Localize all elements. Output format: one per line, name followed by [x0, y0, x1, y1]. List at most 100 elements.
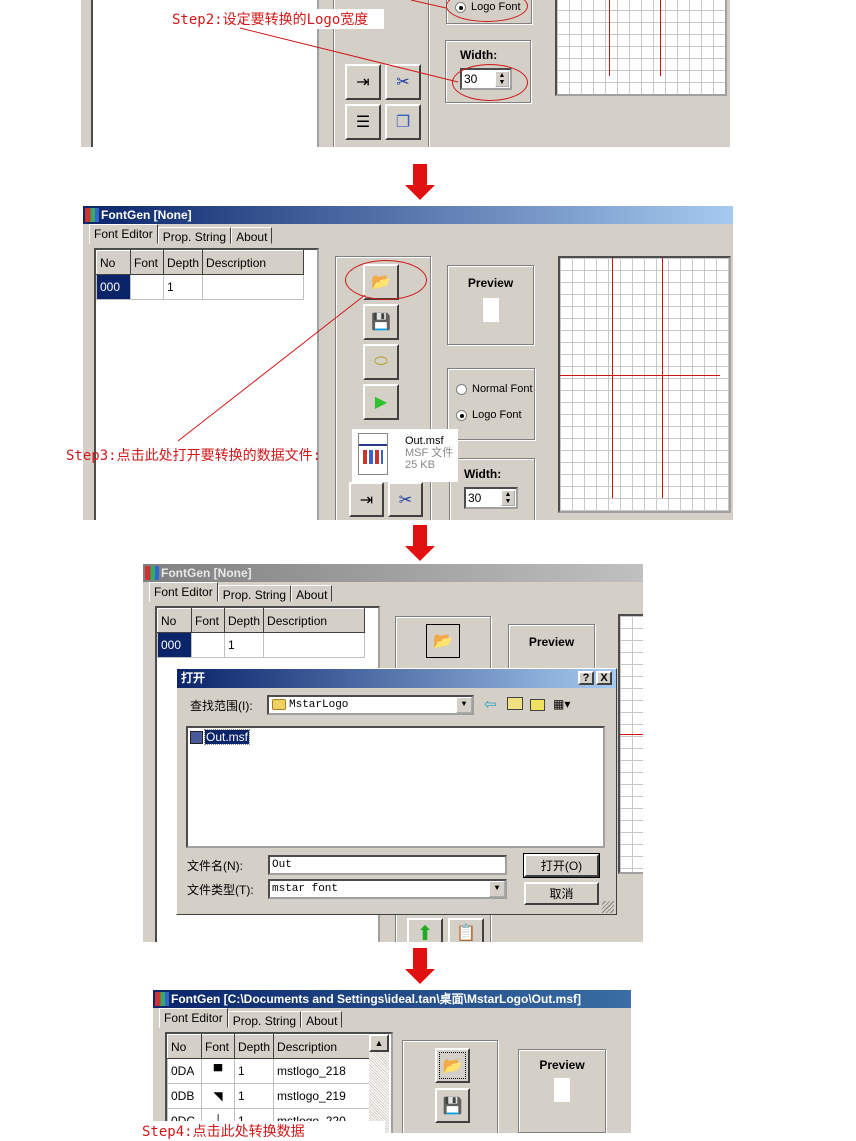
dropdown-arrow-icon[interactable]: ▼ [456, 697, 472, 713]
step2-note: Step2:设定要转换的Logo宽度 [172, 9, 385, 29]
app-icon [145, 566, 159, 580]
cancel-button[interactable]: 取消 [524, 882, 599, 905]
col-depth[interactable]: Depth [162, 250, 204, 275]
table-row[interactable]: 000 1 [157, 632, 366, 658]
col-description[interactable]: Description [202, 250, 305, 275]
window-title: FontGen [None] [161, 566, 252, 580]
view-menu-icon[interactable]: ▦▾ [553, 697, 575, 711]
cut-button[interactable]: ✂ [385, 64, 421, 100]
look-in-select[interactable]: MstarLogo ▼ [267, 695, 474, 715]
insert-button[interactable]: ⇥ [345, 64, 381, 100]
tab-prop-string[interactable]: Prop. String [157, 227, 232, 244]
back-icon[interactable]: ⇦ [484, 695, 497, 713]
down-arrow-1 [405, 164, 435, 200]
filename-input[interactable]: Out [268, 855, 507, 875]
file-tooltip: Out.msf MSF 文件 25 KB [352, 429, 458, 482]
width-group: Width: 30 ▲ ▼ [449, 458, 535, 520]
up-folder-icon[interactable] [507, 697, 523, 710]
preview-box: Preview [447, 265, 534, 345]
green-up-arrow-icon: ⬆ [416, 922, 434, 943]
col-depth[interactable]: Depth [223, 608, 265, 633]
col-font[interactable]: Font [191, 608, 225, 633]
logo-font-label: Logo Font [472, 409, 522, 421]
filetype-value: mstar font [272, 883, 339, 895]
dialog-title-bar: 打开 [177, 669, 616, 688]
font-table: No Font Depth Description 000 1 [94, 248, 319, 520]
resize-grip-icon[interactable] [602, 901, 614, 913]
open-file-button[interactable]: 📂 [426, 624, 460, 658]
tab-prop-string[interactable]: Prop. String [227, 1011, 302, 1028]
tab-font-editor[interactable]: Font Editor [149, 582, 218, 602]
table-row[interactable]: 000 1 [96, 274, 305, 300]
scroll-up-icon[interactable]: ▲ [369, 1034, 389, 1052]
paste-button[interactable]: 📋 [448, 918, 484, 942]
table-row[interactable]: 0DA ▀ 1 mstlogo_218 [167, 1058, 376, 1084]
scrollbar[interactable]: ▲ [369, 1034, 389, 1133]
down-arrow-3 [405, 948, 435, 984]
tab-about[interactable]: About [231, 227, 273, 244]
tab-prop-string[interactable]: Prop. String [217, 585, 292, 602]
tab-font-editor[interactable]: Font Editor [89, 224, 158, 244]
filetype-label: 文件类型(T): [187, 883, 254, 897]
col-font[interactable]: Font [130, 250, 164, 275]
preview-box: Preview [518, 1049, 606, 1133]
cut-button[interactable]: ✂ [388, 482, 423, 517]
save-button[interactable]: 💾 [435, 1088, 470, 1123]
erase-button[interactable]: ⬭ [363, 344, 399, 380]
scissors-icon: ✂ [398, 491, 413, 509]
col-description[interactable]: Description [273, 1034, 376, 1059]
eraser-icon: ⬭ [374, 353, 388, 370]
col-no[interactable]: No [157, 608, 192, 633]
glyph-grid [558, 256, 731, 513]
file-item[interactable]: Out.msf [190, 729, 251, 745]
insert-icon: ⇥ [359, 491, 374, 509]
copy-button[interactable]: ❐ [385, 104, 421, 140]
copy-icon: ❐ [395, 114, 411, 131]
help-button[interactable]: ? [578, 671, 594, 685]
look-in-value: MstarLogo [289, 699, 349, 711]
tab-bar: Font Editor Prop. String About [153, 1008, 631, 1028]
table-row[interactable]: 0DB ◥ 1 mstlogo_219 [167, 1083, 376, 1109]
append-button[interactable]: ☰ [345, 104, 381, 140]
glyph-grid [555, 0, 727, 96]
save-button[interactable]: 💾 [363, 304, 399, 340]
filename-label: 文件名(N): [187, 859, 243, 873]
font-type-group: Normal Font Logo Font [447, 368, 535, 440]
tab-about[interactable]: About [291, 585, 333, 602]
folder-open-icon: 📂 [442, 1057, 463, 1075]
open-file-button[interactable]: 📂 [435, 1048, 470, 1083]
insert-button[interactable]: ⇥ [349, 482, 384, 517]
folder-icon [272, 699, 286, 710]
normal-font-radio[interactable] [456, 383, 467, 395]
col-no[interactable]: No [96, 250, 131, 275]
col-description[interactable]: Description [263, 608, 366, 633]
preview-label: Preview [528, 635, 575, 649]
preview-label: Preview [467, 276, 514, 290]
col-font[interactable]: Font [201, 1034, 235, 1059]
width-spinner[interactable]: 30 ▲ ▼ [464, 487, 518, 509]
tab-font-editor[interactable]: Font Editor [159, 1008, 228, 1028]
close-button[interactable]: X [596, 671, 612, 685]
filetype-select[interactable]: mstar font ▼ [268, 879, 507, 899]
window-title: FontGen [None] [101, 208, 192, 222]
file-type: MSF 文件 [405, 447, 454, 459]
col-no[interactable]: No [167, 1034, 202, 1059]
preview-glyph [482, 298, 499, 322]
dropdown-arrow-icon[interactable]: ▼ [489, 881, 505, 897]
spin-arrows-icon[interactable]: ▲ ▼ [501, 490, 515, 506]
tab-bar: Font Editor Prop. String About [143, 582, 643, 602]
app-icon [85, 208, 99, 222]
new-folder-icon[interactable] [530, 699, 545, 711]
upload-button[interactable]: ⬆ [407, 918, 443, 942]
convert-button[interactable]: ▶ [363, 384, 399, 420]
col-depth[interactable]: Depth [233, 1034, 275, 1059]
clipboard-icon: 📋 [456, 925, 476, 942]
list-icon: ☰ [355, 114, 371, 131]
width-highlight [452, 64, 528, 101]
logo-font-radio[interactable] [456, 409, 467, 421]
normal-font-label: Normal Font [472, 383, 533, 395]
file-list: Out.msf [186, 726, 605, 848]
open-button-highlight [345, 260, 427, 300]
tab-about[interactable]: About [301, 1011, 343, 1028]
open-button[interactable]: 打开(O) [523, 853, 600, 878]
